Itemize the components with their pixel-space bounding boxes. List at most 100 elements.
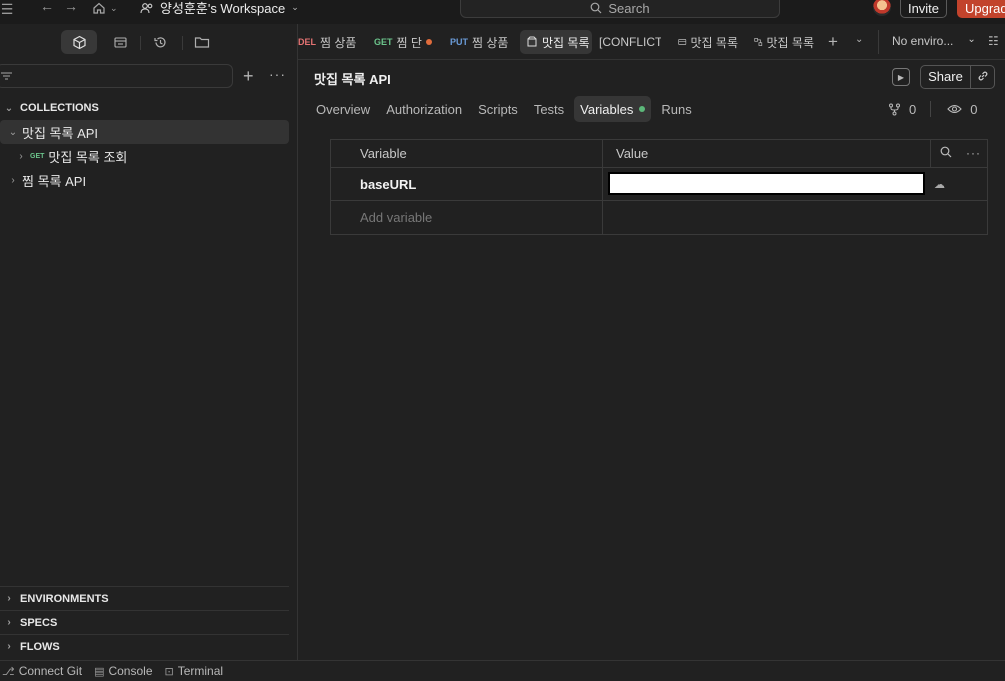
table-row-add[interactable]: Add variable (331, 201, 987, 234)
menu-icon[interactable]: ☰ (0, 0, 14, 18)
app-window: ☰ ← → ⌄ 양성훈훈's Workspace ⌄ Search Invite… (0, 0, 1005, 681)
section-title: ENVIRONMENTS (20, 592, 109, 605)
search-icon (590, 2, 602, 14)
variable-value[interactable]: ☁ (603, 168, 987, 200)
eye-icon[interactable] (947, 103, 962, 115)
run-collection-button[interactable]: ▶ (892, 68, 910, 86)
tab-item[interactable]: DEL 찜 상품 (298, 30, 356, 54)
chevron-down-icon: ⌄ (4, 102, 14, 114)
more-options-icon[interactable]: ··· (966, 146, 981, 160)
share-button[interactable]: Share (921, 66, 971, 88)
link-icon[interactable] (971, 70, 994, 85)
add-variable-value[interactable] (603, 201, 987, 234)
collection-label: 찜 목록 API (22, 173, 87, 189)
fork-icon[interactable] (888, 103, 901, 116)
console-button[interactable]: ▤ Console (94, 664, 152, 678)
tab-label: 맛집 목록 (766, 35, 815, 50)
status-dot (639, 106, 646, 112)
chevron-right-icon: › (11, 174, 15, 186)
home-menu[interactable]: ⌄ (92, 0, 118, 16)
more-options-icon[interactable]: ··· (269, 66, 286, 82)
status-bar: ⎇ Connect Git ▤ Console ⊡ Terminal (0, 660, 1005, 681)
sidebar-tab-environments[interactable] (102, 30, 138, 54)
tab-label: 맛집 목록 (690, 35, 739, 50)
avatar[interactable] (873, 0, 891, 16)
environments-section-header[interactable]: › ENVIRONMENTS (0, 586, 289, 610)
search-bar[interactable]: Search (460, 0, 780, 18)
method-badge: GET (30, 152, 45, 160)
add-icon[interactable]: + (243, 66, 254, 87)
divider (930, 101, 932, 117)
collection-item[interactable]: › 찜 목록 API (0, 168, 289, 192)
divider (182, 36, 183, 50)
flows-section-header[interactable]: › FLOWS (0, 634, 289, 658)
filter-input[interactable] (0, 64, 233, 88)
chevron-down-icon: ⌄ (967, 34, 976, 45)
tab-label: 맛집 목록 (542, 35, 590, 50)
tab-item[interactable]: GET 찜 단 (374, 30, 436, 54)
tab-item[interactable]: 맛집 목록 (678, 30, 738, 54)
status-label: Console (108, 664, 153, 678)
share-button-group: Share (920, 65, 995, 89)
sidebar-tabs (0, 24, 298, 60)
cube-icon (72, 35, 86, 49)
tab-item-active[interactable]: 맛집 목록 (520, 30, 592, 54)
chevron-right-icon: › (7, 641, 11, 652)
collection-subtabs: Overview Authorization Scripts Tests Var… (310, 96, 698, 122)
tab-item[interactable]: 맛집 목록 (754, 30, 814, 54)
history-icon (153, 36, 166, 47)
home-icon (93, 2, 105, 14)
collection-item[interactable]: ⌄ 맛집 목록 API (0, 120, 289, 144)
specs-section-header[interactable]: › SPECS (0, 610, 289, 634)
column-header-variable: Variable (331, 140, 603, 167)
tab-overview[interactable]: Overview (310, 96, 376, 122)
invite-button[interactable]: Invite (900, 0, 947, 18)
variable-key[interactable]: baseURL (331, 168, 603, 200)
workspace-name: 양성훈훈's Workspace (160, 1, 286, 16)
tab-runs[interactable]: Runs (655, 96, 697, 122)
chevron-down-icon: ⌄ (8, 126, 18, 138)
tab-item[interactable]: PUT 찜 상품 (450, 30, 508, 54)
chevron-right-icon: › (7, 593, 11, 604)
table-row[interactable]: baseURL ☁ (331, 168, 987, 201)
top-bar: ☰ ← → ⌄ 양성훈훈's Workspace ⌄ Search Invite… (0, 0, 1005, 24)
new-tab-icon[interactable]: + (828, 32, 838, 52)
tab-label: [CONFLICT (599, 35, 661, 49)
search-placeholder: Search (608, 0, 650, 16)
chevron-down-icon: ⌄ (291, 2, 299, 12)
sidebar-tab-history[interactable] (142, 30, 178, 54)
request-tabs: DEL 찜 상품 GET 찜 단 PUT 찜 상품 맛집 목록 [CONFLIC… (298, 24, 1005, 60)
tab-scripts[interactable]: Scripts (472, 96, 524, 122)
environment-selector[interactable]: No enviro... ⌄ (892, 34, 976, 48)
main-panel: 맛집 목록 API ▶ Share Overview Authorization… (298, 60, 1005, 660)
chevron-down-icon: ⌄ (110, 2, 118, 13)
sidebar-tab-collections[interactable] (61, 30, 97, 54)
tab-authorization[interactable]: Authorization (380, 96, 468, 122)
play-icon: ▶ (897, 72, 905, 82)
request-label: 맛집 목록 조회 (48, 149, 128, 165)
back-arrow-icon[interactable]: ← (40, 0, 54, 14)
collection-label: 맛집 목록 API (22, 125, 99, 141)
workspace-switcher[interactable]: 양성훈훈's Workspace ⌄ (140, 0, 299, 16)
unsaved-indicator (425, 39, 432, 45)
chevron-down-icon[interactable]: ⌄ (855, 34, 863, 45)
environment-quicklook-icon[interactable]: ☷ (988, 34, 999, 48)
tab-tests[interactable]: Tests (528, 96, 570, 122)
tab-variables[interactable]: Variables (574, 96, 652, 122)
upgrade-button[interactable]: Upgrade (957, 0, 1005, 18)
section-title: SPECS (20, 616, 58, 629)
terminal-button[interactable]: ⊡ Terminal (165, 664, 224, 678)
search-icon[interactable] (940, 146, 952, 158)
section-title: FLOWS (20, 640, 60, 653)
terminal-icon: ⊡ (164, 665, 174, 678)
divider (878, 30, 879, 54)
request-item[interactable]: › GET 맛집 목록 조회 (0, 144, 289, 168)
sidebar: + ··· ⌄ COLLECTIONS ⌄ 맛집 목록 API › GET 맛집… (0, 24, 298, 660)
sidebar-tab-files[interactable] (184, 30, 220, 54)
collections-section-header[interactable]: ⌄ COLLECTIONS (0, 98, 99, 118)
add-variable-input[interactable]: Add variable (331, 201, 603, 234)
tab-item[interactable]: [CONFLICT (599, 30, 661, 54)
forward-arrow-icon[interactable]: → (64, 0, 78, 14)
table-actions: ··· (940, 146, 981, 160)
connect-git-button[interactable]: ⎇ Connect Git (2, 664, 82, 678)
